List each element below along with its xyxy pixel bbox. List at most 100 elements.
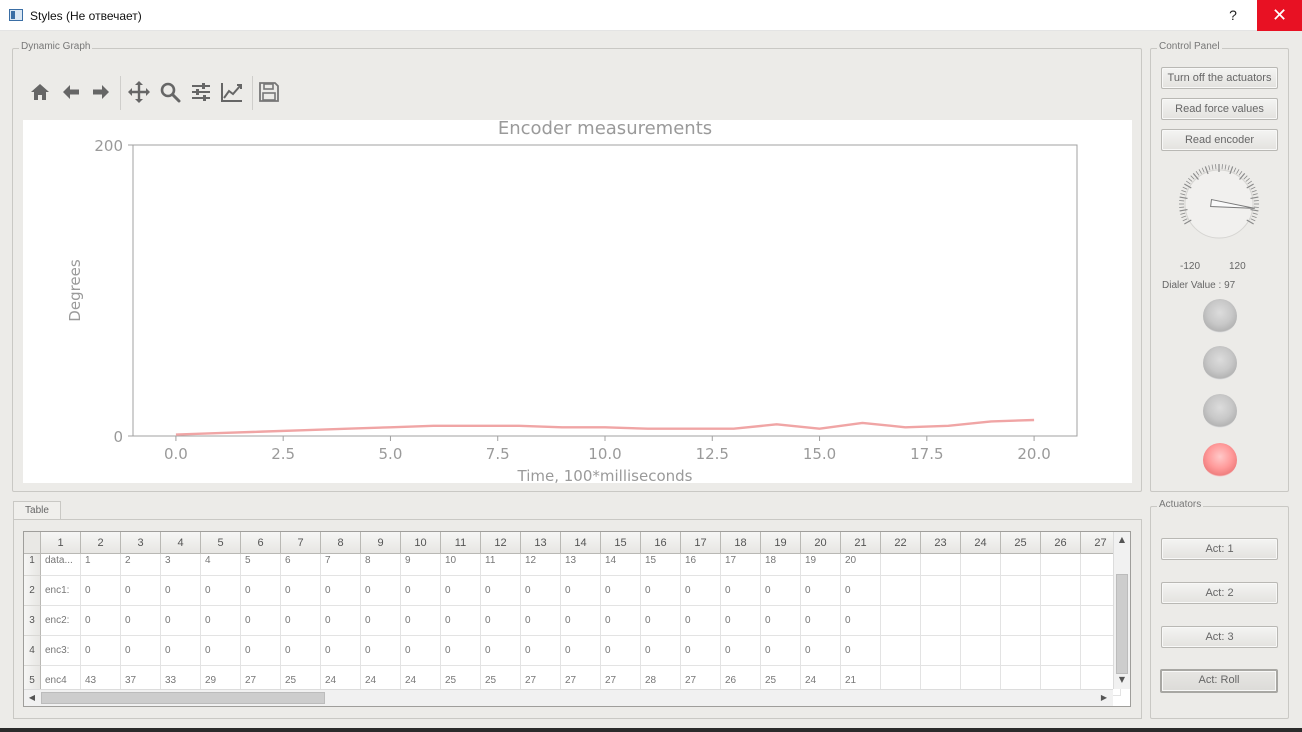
table-cell[interactable]: 0 (361, 606, 401, 636)
table-cell[interactable]: 0 (401, 576, 441, 606)
table-cell[interactable]: 0 (761, 636, 801, 666)
column-header[interactable]: 26 (1041, 532, 1081, 554)
table-cell[interactable]: 0 (601, 576, 641, 606)
scroll-left-arrow-icon[interactable]: ◀ (24, 690, 40, 706)
close-button[interactable]: ✕ (1257, 0, 1302, 31)
data-table[interactable]: 1 data... 1 2 3 4 5 6 7 8 9 10 11 12 13 14 15 16 17 18 19 20 2… (23, 531, 1131, 707)
table-cell[interactable] (921, 636, 961, 666)
tab-table[interactable]: Table (13, 501, 61, 520)
table-cell[interactable]: 0 (681, 636, 721, 666)
column-header[interactable]: 19 (761, 532, 801, 554)
table-cell[interactable]: 0 (121, 636, 161, 666)
row-header[interactable]: 4 (24, 636, 41, 666)
table-cell[interactable]: 0 (521, 636, 561, 666)
pan-icon[interactable] (125, 76, 153, 108)
table-cell[interactable]: 0 (361, 576, 401, 606)
table-cell[interactable]: 0 (561, 576, 601, 606)
save-icon[interactable] (255, 76, 283, 108)
edit-axis-icon[interactable] (218, 76, 246, 108)
column-header[interactable]: 6 (241, 532, 281, 554)
column-header[interactable]: 7 (281, 532, 321, 554)
table-cell[interactable]: 0 (521, 576, 561, 606)
column-header[interactable]: 12 (481, 532, 521, 554)
table-cell[interactable] (1041, 576, 1081, 606)
table-cell[interactable]: 0 (521, 606, 561, 636)
column-header[interactable]: 9 (361, 532, 401, 554)
table-cell[interactable]: 0 (641, 636, 681, 666)
table-cell[interactable]: 0 (201, 576, 241, 606)
table-cell[interactable]: 0 (241, 606, 281, 636)
column-header[interactable]: 25 (1001, 532, 1041, 554)
plot-canvas[interactable]: Encoder measurements Time, 100*millisecon… (23, 118, 1132, 485)
table-cell[interactable]: 0 (801, 636, 841, 666)
column-header[interactable]: 11 (441, 532, 481, 554)
table-cell[interactable] (961, 606, 1001, 636)
table-cell[interactable]: 0 (161, 576, 201, 606)
table-cell[interactable]: 0 (401, 636, 441, 666)
table-cell[interactable]: 0 (201, 636, 241, 666)
column-header[interactable]: 3 (121, 532, 161, 554)
table-cell[interactable]: 0 (441, 576, 481, 606)
table-cell[interactable]: 0 (361, 636, 401, 666)
table-cell[interactable]: 0 (161, 606, 201, 636)
column-header[interactable]: 2 (81, 532, 121, 554)
column-header[interactable]: 14 (561, 532, 601, 554)
table-cell[interactable]: 0 (281, 576, 321, 606)
column-header[interactable]: 10 (401, 532, 441, 554)
table-cell[interactable]: 0 (401, 606, 441, 636)
table-cell[interactable]: 0 (241, 576, 281, 606)
column-header[interactable]: 21 (841, 532, 881, 554)
table-cell[interactable]: 0 (121, 606, 161, 636)
column-header[interactable]: 5 (201, 532, 241, 554)
column-header[interactable]: 16 (641, 532, 681, 554)
table-cell[interactable]: 0 (841, 576, 881, 606)
table-cell[interactable]: 0 (81, 576, 121, 606)
table-cell[interactable] (961, 576, 1001, 606)
table-cell[interactable]: 0 (481, 606, 521, 636)
table-cell[interactable]: 0 (721, 576, 761, 606)
table-cell[interactable] (881, 636, 921, 666)
table-cell[interactable] (961, 636, 1001, 666)
table-cell[interactable]: 0 (161, 636, 201, 666)
horizontal-scroll-thumb[interactable] (41, 692, 325, 704)
table-cell[interactable]: 0 (321, 606, 361, 636)
column-header[interactable]: 13 (521, 532, 561, 554)
table-cell[interactable]: enc1: (41, 576, 81, 606)
table-cell[interactable] (921, 606, 961, 636)
zoom-icon[interactable] (156, 76, 184, 108)
table-cell[interactable]: 0 (201, 606, 241, 636)
table-cell[interactable] (1041, 606, 1081, 636)
column-header[interactable]: 24 (961, 532, 1001, 554)
row-header[interactable]: 2 (24, 576, 41, 606)
table-cell[interactable]: 0 (641, 606, 681, 636)
column-header[interactable]: 17 (681, 532, 721, 554)
column-header[interactable]: 15 (601, 532, 641, 554)
act-roll-button[interactable]: Act: Roll (1160, 669, 1278, 693)
table-cell[interactable]: 0 (241, 636, 281, 666)
table-cell[interactable] (1001, 576, 1041, 606)
table-cell[interactable]: 0 (441, 636, 481, 666)
horizontal-scrollbar[interactable]: ◀ ▶ (24, 689, 1113, 706)
table-cell[interactable]: 0 (721, 636, 761, 666)
table-cell[interactable]: enc3: (41, 636, 81, 666)
act-2-button[interactable]: Act: 2 (1161, 582, 1278, 604)
table-cell[interactable]: 0 (561, 606, 601, 636)
table-cell[interactable]: enc2: (41, 606, 81, 636)
column-header[interactable]: 20 (801, 532, 841, 554)
column-header[interactable]: 4 (161, 532, 201, 554)
table-cell[interactable]: 0 (841, 636, 881, 666)
vertical-scrollbar[interactable]: ▲ ▼ (1113, 532, 1130, 689)
home-icon[interactable] (26, 76, 54, 108)
table-corner[interactable] (24, 532, 41, 554)
table-cell[interactable]: 0 (601, 606, 641, 636)
table-cell[interactable]: 0 (561, 636, 601, 666)
act-1-button[interactable]: Act: 1 (1161, 538, 1278, 560)
table-cell[interactable]: 0 (81, 636, 121, 666)
table-cell[interactable]: 0 (281, 636, 321, 666)
table-cell[interactable] (881, 576, 921, 606)
back-arrow-icon[interactable] (57, 76, 85, 108)
act-3-button[interactable]: Act: 3 (1161, 626, 1278, 648)
table-cell[interactable]: 0 (81, 606, 121, 636)
turn-off-actuators-button[interactable]: Turn off the actuators (1161, 67, 1278, 89)
table-cell[interactable] (881, 606, 921, 636)
